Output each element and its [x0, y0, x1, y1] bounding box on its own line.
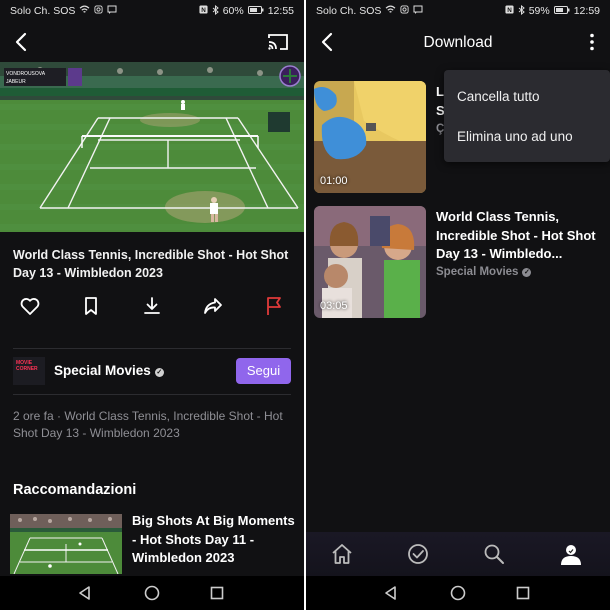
cast-icon	[268, 34, 288, 50]
recommendations-heading: Raccomandazioni	[13, 482, 137, 498]
download-thumbnail: 03:05	[314, 206, 426, 318]
options-menu: Cancella tutto Elimina uno ad uno	[444, 70, 610, 162]
system-nav-bar	[0, 576, 304, 610]
channel-name: Special Movies	[54, 363, 151, 378]
system-recents-button[interactable]	[514, 584, 532, 602]
divider	[13, 348, 291, 349]
nfc-icon: N	[505, 5, 514, 17]
instagram-icon	[400, 5, 409, 17]
back-button[interactable]	[10, 30, 34, 54]
scoreboard-player2: JABEUR	[6, 79, 26, 85]
cast-button[interactable]	[266, 30, 290, 54]
share-button[interactable]	[201, 294, 225, 318]
svg-text:N: N	[507, 7, 512, 14]
recommendation-title: Big Shots At Big Moments - Hot Shots Day…	[132, 513, 295, 565]
bluetooth-icon	[518, 4, 525, 18]
recommendation-item[interactable]: Big Shots At Big Moments - Hot Shots Day…	[10, 512, 300, 576]
system-nav-bar	[306, 576, 610, 610]
bluetooth-icon	[212, 4, 219, 18]
search-icon	[484, 544, 504, 564]
triangle-back-icon	[79, 586, 90, 600]
wifi-icon	[385, 5, 396, 17]
flag-icon	[267, 297, 281, 315]
svg-text:N: N	[201, 7, 206, 14]
menu-item-clear-all[interactable]: Cancella tutto	[457, 89, 540, 104]
square-recents-icon	[516, 586, 530, 600]
circle-home-icon	[144, 585, 160, 601]
more-vertical-icon	[590, 33, 594, 51]
tab-following[interactable]	[405, 541, 431, 567]
wifi-icon	[79, 5, 90, 17]
bookmark-icon	[85, 297, 97, 315]
chevron-left-icon	[15, 32, 27, 52]
menu-item-delete-one-by-one[interactable]: Elimina uno ad uno	[457, 129, 573, 144]
download-icon	[144, 297, 160, 314]
status-bar: Solo Ch. SOS N 59% 12:59	[306, 0, 610, 22]
download-channel: Special Movies ✓	[436, 266, 532, 278]
download-button[interactable]	[140, 294, 164, 318]
video-meta: 2 ore fa · World Class Tennis, Incredibl…	[13, 409, 283, 440]
player-top-bar	[0, 22, 304, 62]
downloads-screen: Solo Ch. SOS N 59% 12:59 Download 01:00 …	[306, 0, 610, 610]
channel-name-row[interactable]: Special Movies ✓	[54, 363, 164, 378]
message-icon	[107, 5, 117, 17]
video-player-screen: Solo Ch. SOS N 60% 12:55 VONDROUSOVA JAB…	[0, 0, 304, 610]
system-recents-button[interactable]	[208, 584, 226, 602]
follow-button[interactable]: Segui	[236, 358, 291, 384]
tab-search[interactable]	[481, 541, 507, 567]
download-title: World Class Tennis, Incredible Shot - Ho…	[436, 209, 596, 261]
video-title: World Class Tennis, Incredible Shot - Ho…	[13, 248, 289, 280]
channel-logo[interactable]: MOVIE CORNER	[13, 357, 45, 385]
like-button[interactable]	[18, 294, 42, 318]
system-home-button[interactable]	[143, 584, 161, 602]
profile-icon	[561, 545, 581, 565]
more-options-button[interactable]	[588, 32, 596, 52]
verified-icon: ✓	[522, 268, 532, 277]
report-button[interactable]	[262, 294, 286, 318]
tennis-court-image: VONDROUSOVA JABEUR	[0, 62, 304, 232]
home-icon	[332, 544, 352, 564]
battery-percent: 60%	[222, 5, 244, 17]
download-thumbnail: 01:00	[314, 81, 426, 193]
carrier-label: Solo Ch. SOS	[316, 5, 382, 17]
system-back-button[interactable]	[382, 584, 400, 602]
tab-home[interactable]	[329, 541, 355, 567]
battery-percent: 59%	[528, 5, 550, 17]
scoreboard-player1: VONDROUSOVA	[6, 71, 46, 77]
clock-time: 12:59	[573, 5, 600, 17]
battery-icon	[553, 5, 570, 17]
action-bar	[0, 294, 304, 322]
system-home-button[interactable]	[449, 584, 467, 602]
circle-home-icon	[450, 585, 466, 601]
battery-icon	[247, 5, 264, 17]
verified-icon: ✓	[154, 368, 164, 377]
duration-badge: 03:05	[320, 300, 348, 312]
heart-icon	[20, 298, 40, 315]
video-player[interactable]: VONDROUSOVA JABEUR	[0, 62, 304, 232]
download-item[interactable]: 03:05 World Class Tennis, Incredible Sho…	[314, 206, 604, 318]
recommendation-thumbnail	[10, 514, 122, 574]
check-circle-icon	[408, 544, 428, 564]
nfc-icon: N	[199, 5, 208, 17]
instagram-icon	[94, 5, 103, 17]
carrier-label: Solo Ch. SOS	[10, 5, 76, 17]
status-bar: Solo Ch. SOS N 60% 12:55	[0, 0, 304, 22]
duration-badge: 01:00	[320, 175, 348, 187]
downloads-top-bar: Download	[306, 22, 610, 62]
save-button[interactable]	[79, 294, 103, 318]
share-icon	[204, 298, 222, 314]
clock-time: 12:55	[267, 5, 294, 17]
triangle-back-icon	[385, 586, 396, 600]
square-recents-icon	[210, 586, 224, 600]
tab-profile[interactable]	[558, 541, 584, 567]
page-title: Download	[423, 34, 493, 51]
message-icon	[413, 5, 423, 17]
divider	[13, 394, 291, 395]
bottom-tab-bar	[306, 532, 610, 576]
system-back-button[interactable]	[76, 584, 94, 602]
